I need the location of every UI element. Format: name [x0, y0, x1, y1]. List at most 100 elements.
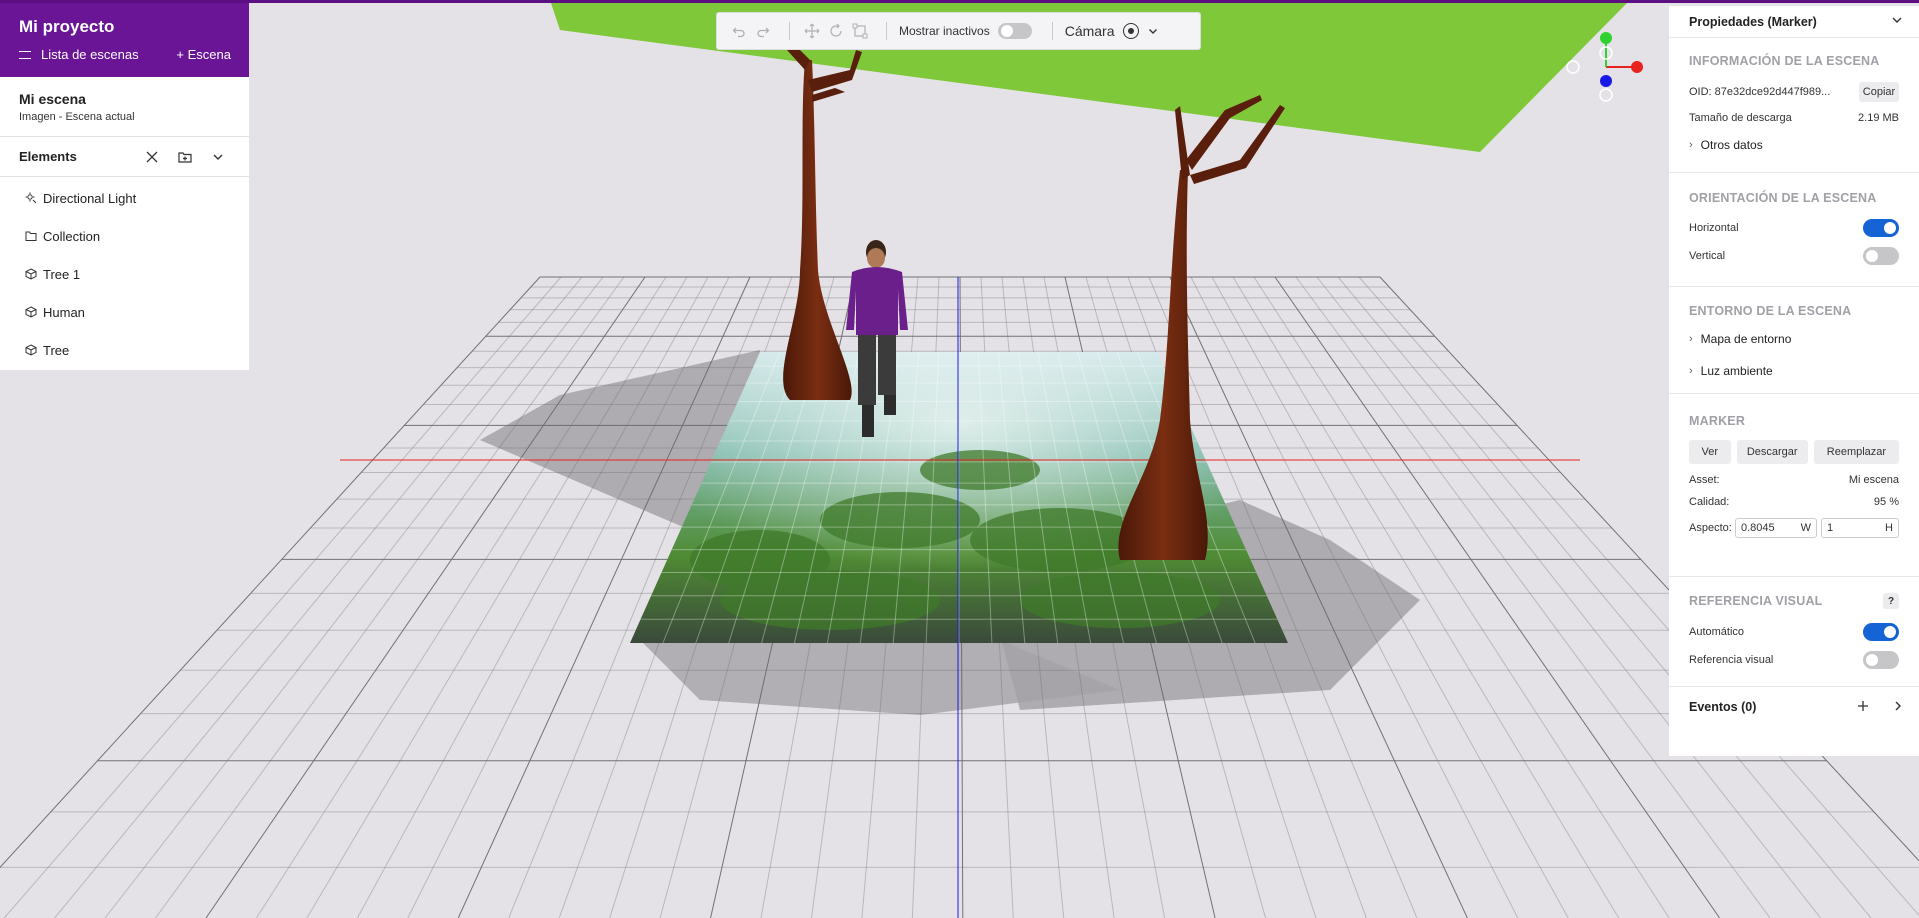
properties-panel: Propiedades (Marker) INFORMACIÓN DE LA E…	[1669, 6, 1919, 756]
project-actions: Lista de escenas + Escena	[19, 47, 231, 62]
collapse-all-icon[interactable]	[140, 145, 164, 169]
scene-subtitle: Imagen - Escena actual	[19, 111, 135, 123]
scene-info-section: INFORMACIÓN DE LA ESCENA OID: 87e32dce92…	[1669, 38, 1919, 173]
element-item-tree-1[interactable]: Tree 1	[0, 255, 249, 293]
other-data-expander[interactable]: › Otros datos	[1689, 138, 1899, 152]
view-button[interactable]: Ver	[1689, 440, 1731, 464]
aspect-height-input[interactable]: 1 H	[1821, 518, 1899, 538]
add-scene-button[interactable]: + Escena	[176, 47, 231, 62]
horizontal-label: Horizontal	[1689, 222, 1739, 234]
element-item-tree[interactable]: Tree	[0, 331, 249, 369]
toolbar-divider	[1051, 22, 1053, 40]
menu-icon	[19, 50, 31, 59]
toolbar-divider	[886, 22, 887, 40]
grid-line	[104, 276, 604, 918]
project-title: Mi proyecto	[19, 17, 115, 36]
chevron-down-icon[interactable]	[206, 145, 230, 169]
element-item-human[interactable]: Human	[0, 293, 249, 331]
chevron-right-icon: ›	[1689, 333, 1693, 345]
elements-list: Directional Light Collection Tree 1 Huma…	[0, 177, 249, 369]
viewport-toolbar: Mostrar inactivos Cámara	[716, 12, 1201, 50]
project-header: Mi proyecto Lista de escenas + Escena	[0, 3, 249, 77]
horizontal-toggle[interactable]	[1863, 219, 1899, 237]
scale-icon[interactable]	[850, 21, 870, 41]
top-accent-bar	[0, 0, 1919, 3]
events-label: Eventos (0)	[1689, 700, 1757, 714]
ambient-light-expander[interactable]: › Luz ambiente	[1689, 364, 1899, 378]
visual-reference-toggle[interactable]	[1863, 651, 1899, 669]
current-scene-info[interactable]: Mi escena Imagen - Escena actual	[0, 77, 249, 137]
events-row[interactable]: Eventos (0)	[1669, 687, 1919, 727]
grid-line	[306, 276, 688, 918]
scene-viewport[interactable]	[0, 0, 1919, 918]
environment-section: ENTORNO DE LA ESCENA › Mapa de entorno ›…	[1669, 287, 1919, 394]
chevron-down-icon[interactable]	[1891, 14, 1903, 29]
show-inactive-toggle[interactable]	[997, 23, 1032, 39]
properties-header[interactable]: Propiedades (Marker)	[1669, 6, 1919, 38]
element-item-directional-light[interactable]: Directional Light	[0, 179, 249, 217]
ambient-light-label: Luz ambiente	[1700, 364, 1773, 378]
grid-line	[3, 276, 562, 918]
aspect-width-unit: W	[1800, 522, 1811, 534]
undo-icon[interactable]	[729, 21, 749, 41]
chevron-right-icon: ›	[1689, 365, 1693, 377]
cube-icon	[25, 344, 37, 356]
folder-icon	[25, 230, 37, 242]
add-event-icon[interactable]	[1857, 700, 1869, 715]
new-folder-icon[interactable]	[173, 145, 197, 169]
scene-list-label: Lista de escenas	[41, 47, 139, 62]
help-button[interactable]: ?	[1883, 593, 1899, 609]
marker-section: MARKER Ver Descargar Reemplazar Asset: M…	[1669, 394, 1919, 577]
camera-target-icon[interactable]	[1122, 23, 1139, 39]
left-panel: Mi proyecto Lista de escenas + Escena Mi…	[0, 3, 249, 370]
section-title: INFORMACIÓN DE LA ESCENA	[1689, 54, 1880, 68]
environment-map-label: Mapa de entorno	[1700, 332, 1792, 346]
scene-name: Mi escena	[19, 91, 86, 107]
chevron-right-icon: ›	[1689, 139, 1693, 151]
automatic-toggle[interactable]	[1863, 623, 1899, 641]
element-label: Directional Light	[43, 190, 137, 206]
cube-icon	[25, 268, 37, 280]
camera-dropdown-icon[interactable]	[1143, 21, 1163, 41]
element-label: Tree 1	[43, 266, 81, 282]
copy-button[interactable]: Copiar	[1859, 82, 1899, 102]
scene-list-button[interactable]: Lista de escenas	[19, 47, 139, 62]
toolbar-divider	[789, 22, 790, 40]
section-title: MARKER	[1689, 414, 1746, 428]
elements-header: Elements	[0, 137, 249, 177]
replace-button[interactable]: Reemplazar	[1813, 440, 1899, 464]
orientation-section: ORIENTACIÓN DE LA ESCENA Horizontal Vert…	[1669, 173, 1919, 287]
environment-map-expander[interactable]: › Mapa de entorno	[1689, 332, 1899, 346]
grid-line	[205, 276, 646, 918]
properties-title: Propiedades (Marker)	[1689, 14, 1817, 29]
redo-icon[interactable]	[753, 21, 773, 41]
move-icon[interactable]	[802, 21, 822, 41]
element-item-collection[interactable]: Collection	[0, 217, 249, 255]
grid-line	[0, 276, 541, 869]
element-label: Tree	[43, 342, 70, 358]
vertical-toggle[interactable]	[1863, 247, 1899, 265]
camera-label: Cámara	[1064, 23, 1115, 39]
download-button[interactable]: Descargar	[1736, 440, 1808, 464]
visual-reference-label: Referencia visual	[1689, 654, 1774, 666]
aspect-width-input[interactable]: 0.8045 W	[1735, 518, 1817, 538]
element-label: Collection	[43, 228, 101, 244]
chevron-right-icon[interactable]	[1893, 700, 1903, 715]
rotate-icon[interactable]	[826, 21, 846, 41]
elements-title: Elements	[19, 149, 77, 164]
grid-line	[958, 351, 960, 644]
quality-value: 95 %	[1873, 496, 1899, 508]
viewport-canvas[interactable]	[0, 0, 1919, 918]
asset-value: Mi escena	[1848, 474, 1899, 486]
other-data-label: Otros datos	[1700, 138, 1763, 152]
tree-left[interactable]	[760, 16, 862, 400]
vertical-label: Vertical	[1689, 250, 1726, 262]
show-inactive-label: Mostrar inactivos	[899, 24, 990, 38]
asset-label: Asset:	[1689, 474, 1720, 486]
visual-reference-section: REFERENCIA VISUAL ? Automático Referenci…	[1669, 577, 1919, 687]
light-icon	[25, 192, 37, 204]
cube-icon	[25, 306, 37, 318]
download-size-label: Tamaño de descarga	[1689, 112, 1792, 124]
grid-line	[155, 276, 625, 918]
section-title: REFERENCIA VISUAL	[1689, 594, 1823, 608]
